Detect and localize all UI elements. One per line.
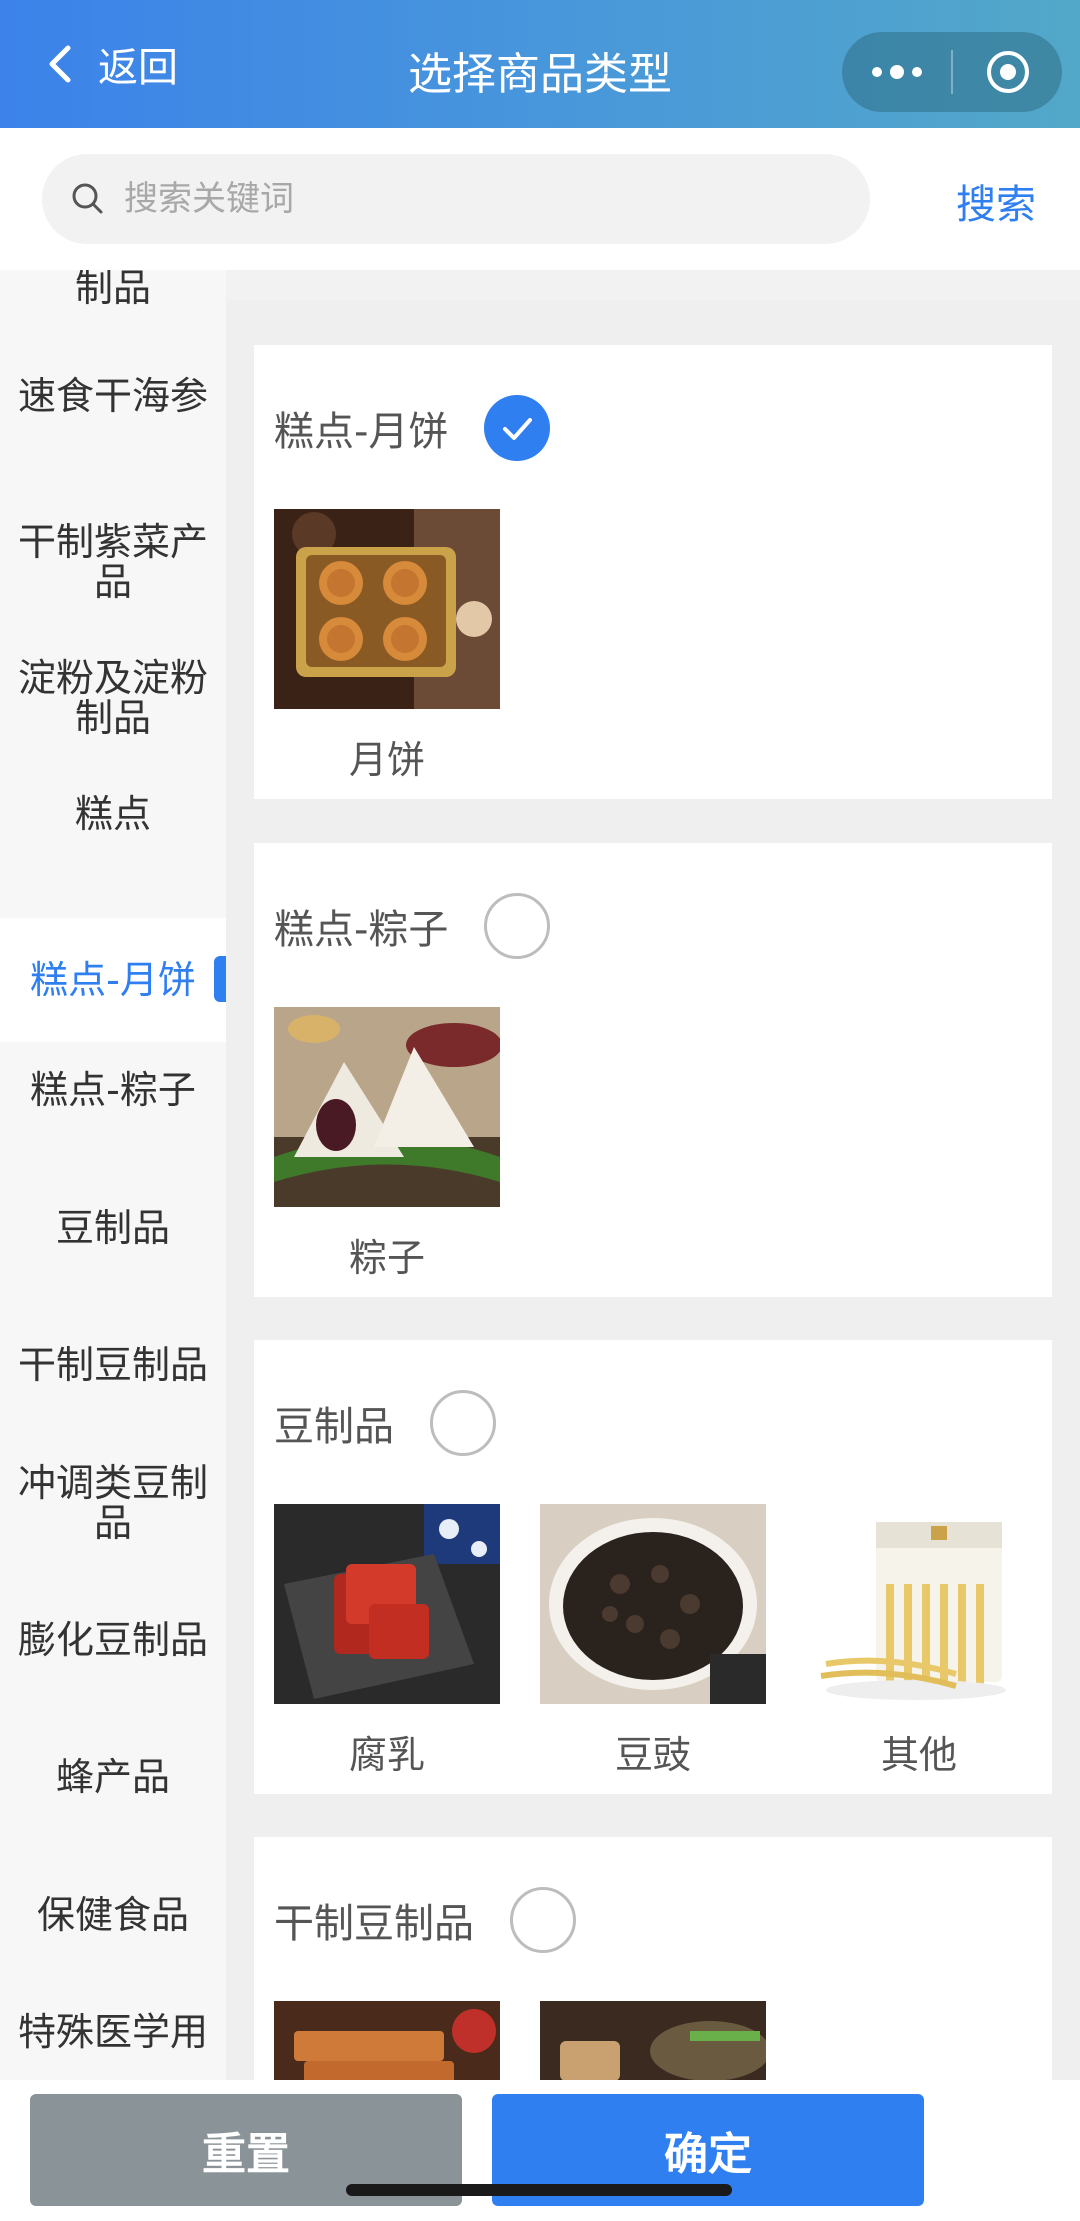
product-item[interactable]: 豆豉 <box>540 1504 766 1779</box>
active-indicator <box>214 956 226 1002</box>
zongzi-image <box>274 1007 500 1207</box>
sidebar-item-label: 蜂产品 <box>55 1755 170 1799</box>
category-header[interactable]: 糕点-月饼 <box>274 395 551 461</box>
sidebar-item[interactable]: 干制豆制品 <box>0 1327 226 1403</box>
category-header[interactable]: 糕点-粽子 <box>274 893 551 959</box>
sidebar-item-label: 制品 <box>74 270 151 310</box>
category-card: 豆制品 腐乳 豆豉 其他 <box>254 1340 1052 1794</box>
check-icon <box>503 418 533 440</box>
sidebar-item[interactable]: 糕点 <box>0 776 226 852</box>
close-mini-program-button[interactable] <box>953 32 1062 112</box>
sidebar-item[interactable]: 保健食品 <box>0 1877 226 1953</box>
search-box <box>42 154 870 244</box>
dried-tofu-image <box>274 2001 500 2080</box>
category-card: 糕点-月饼 月饼 <box>254 345 1052 799</box>
search-button[interactable]: 搜索 <box>956 172 1036 230</box>
mini-program-capsule <box>842 32 1062 112</box>
more-button[interactable] <box>842 32 951 112</box>
home-indicator <box>346 2184 732 2196</box>
category-title: 干制豆制品 <box>274 1901 474 1947</box>
product-item[interactable]: 其他 <box>806 1504 1032 1779</box>
fermented-tofu-image <box>274 1504 500 1704</box>
product-label: 月饼 <box>348 738 425 782</box>
product-item[interactable]: 月饼 <box>274 509 500 784</box>
product-item[interactable] <box>540 2001 766 2080</box>
category-checkbox-checked[interactable] <box>484 395 551 461</box>
category-header[interactable]: 干制豆制品 <box>274 1887 576 1953</box>
sidebar-item-label: 干制豆制品 <box>17 1343 208 1387</box>
category-title: 糕点-粽子 <box>274 907 449 953</box>
sidebar-item[interactable]: 制品 <box>0 270 226 326</box>
sidebar-item[interactable]: 干制紫菜产品 <box>0 514 226 610</box>
sidebar-item-label: 速食干海参 <box>17 374 208 418</box>
sidebar-item[interactable]: 冲调类豆制品 <box>0 1455 226 1551</box>
sidebar-item-active[interactable]: 糕点-月饼 <box>0 918 226 1042</box>
product-item[interactable]: 腐乳 <box>274 1504 500 1779</box>
product-item[interactable]: 粽子 <box>274 1007 500 1282</box>
sidebar-item[interactable]: 速食干海参 <box>0 358 226 434</box>
tofu-skin-image <box>806 1504 1032 1704</box>
sidebar-item-label: 豆制品 <box>55 1206 170 1250</box>
dried-tofu-skin-image <box>540 2001 766 2080</box>
sidebar-item[interactable]: 糕点-粽子 <box>0 1052 226 1128</box>
mooncake-image <box>274 509 500 709</box>
category-header[interactable]: 豆制品 <box>274 1390 496 1456</box>
sidebar-item-label: 冲调类豆制品 <box>17 1461 208 1545</box>
product-label: 其他 <box>880 1733 957 1777</box>
category-checkbox[interactable] <box>484 893 551 959</box>
sidebar-item-label: 干制紫菜产品 <box>17 520 208 604</box>
bottom-action-bar: 重置 确定 <box>0 2080 1080 2221</box>
sidebar-item-label: 保健食品 <box>36 1893 189 1937</box>
sidebar-item[interactable]: 豆制品 <box>0 1190 226 1266</box>
more-dots-icon <box>871 65 922 79</box>
sidebar-item-label: 特殊医学用 <box>17 2010 208 2054</box>
category-card: 干制豆制品 <box>254 1837 1052 2080</box>
fermented-beans-image <box>540 1504 766 1704</box>
search-input[interactable] <box>124 179 824 219</box>
sidebar-item[interactable]: 淀粉及淀粉制品 <box>0 650 226 746</box>
search-bar: 搜索 <box>0 128 1080 270</box>
sidebar-item[interactable]: 膨化豆制品 <box>0 1602 226 1678</box>
search-icon <box>72 183 103 214</box>
sidebar-item-label: 膨化豆制品 <box>17 1618 208 1662</box>
sidebar-item-label: 糕点-粽子 <box>30 1068 196 1112</box>
category-title: 糕点-月饼 <box>274 409 449 455</box>
category-sidebar: 制品 速食干海参 干制紫菜产品 淀粉及淀粉制品 糕点 糕点-月饼 糕点-粽子 豆… <box>0 270 226 2080</box>
product-item[interactable] <box>274 2001 500 2080</box>
category-title: 豆制品 <box>274 1404 394 1450</box>
category-checkbox[interactable] <box>430 1390 496 1456</box>
product-label: 腐乳 <box>348 1733 425 1777</box>
product-label: 豆豉 <box>614 1733 691 1777</box>
sidebar-item[interactable]: 特殊医学用 <box>0 1994 226 2070</box>
sidebar-item[interactable]: 蜂产品 <box>0 1739 226 1815</box>
category-card: 糕点-粽子 粽子 <box>254 843 1052 1297</box>
sidebar-item-label: 淀粉及淀粉制品 <box>17 656 208 740</box>
sidebar-item-label: 糕点 <box>74 792 151 836</box>
sidebar-item-label: 糕点-月饼 <box>30 958 196 1002</box>
navbar: 返回 选择商品类型 <box>0 0 1080 128</box>
product-label: 粽子 <box>348 1236 425 1280</box>
target-icon <box>986 51 1029 93</box>
category-content: 糕点-月饼 月饼 糕点-粽子 粽子 豆制品 腐乳 豆豉 其他 干制豆制品 <box>226 300 1080 2080</box>
category-checkbox[interactable] <box>510 1887 576 1953</box>
